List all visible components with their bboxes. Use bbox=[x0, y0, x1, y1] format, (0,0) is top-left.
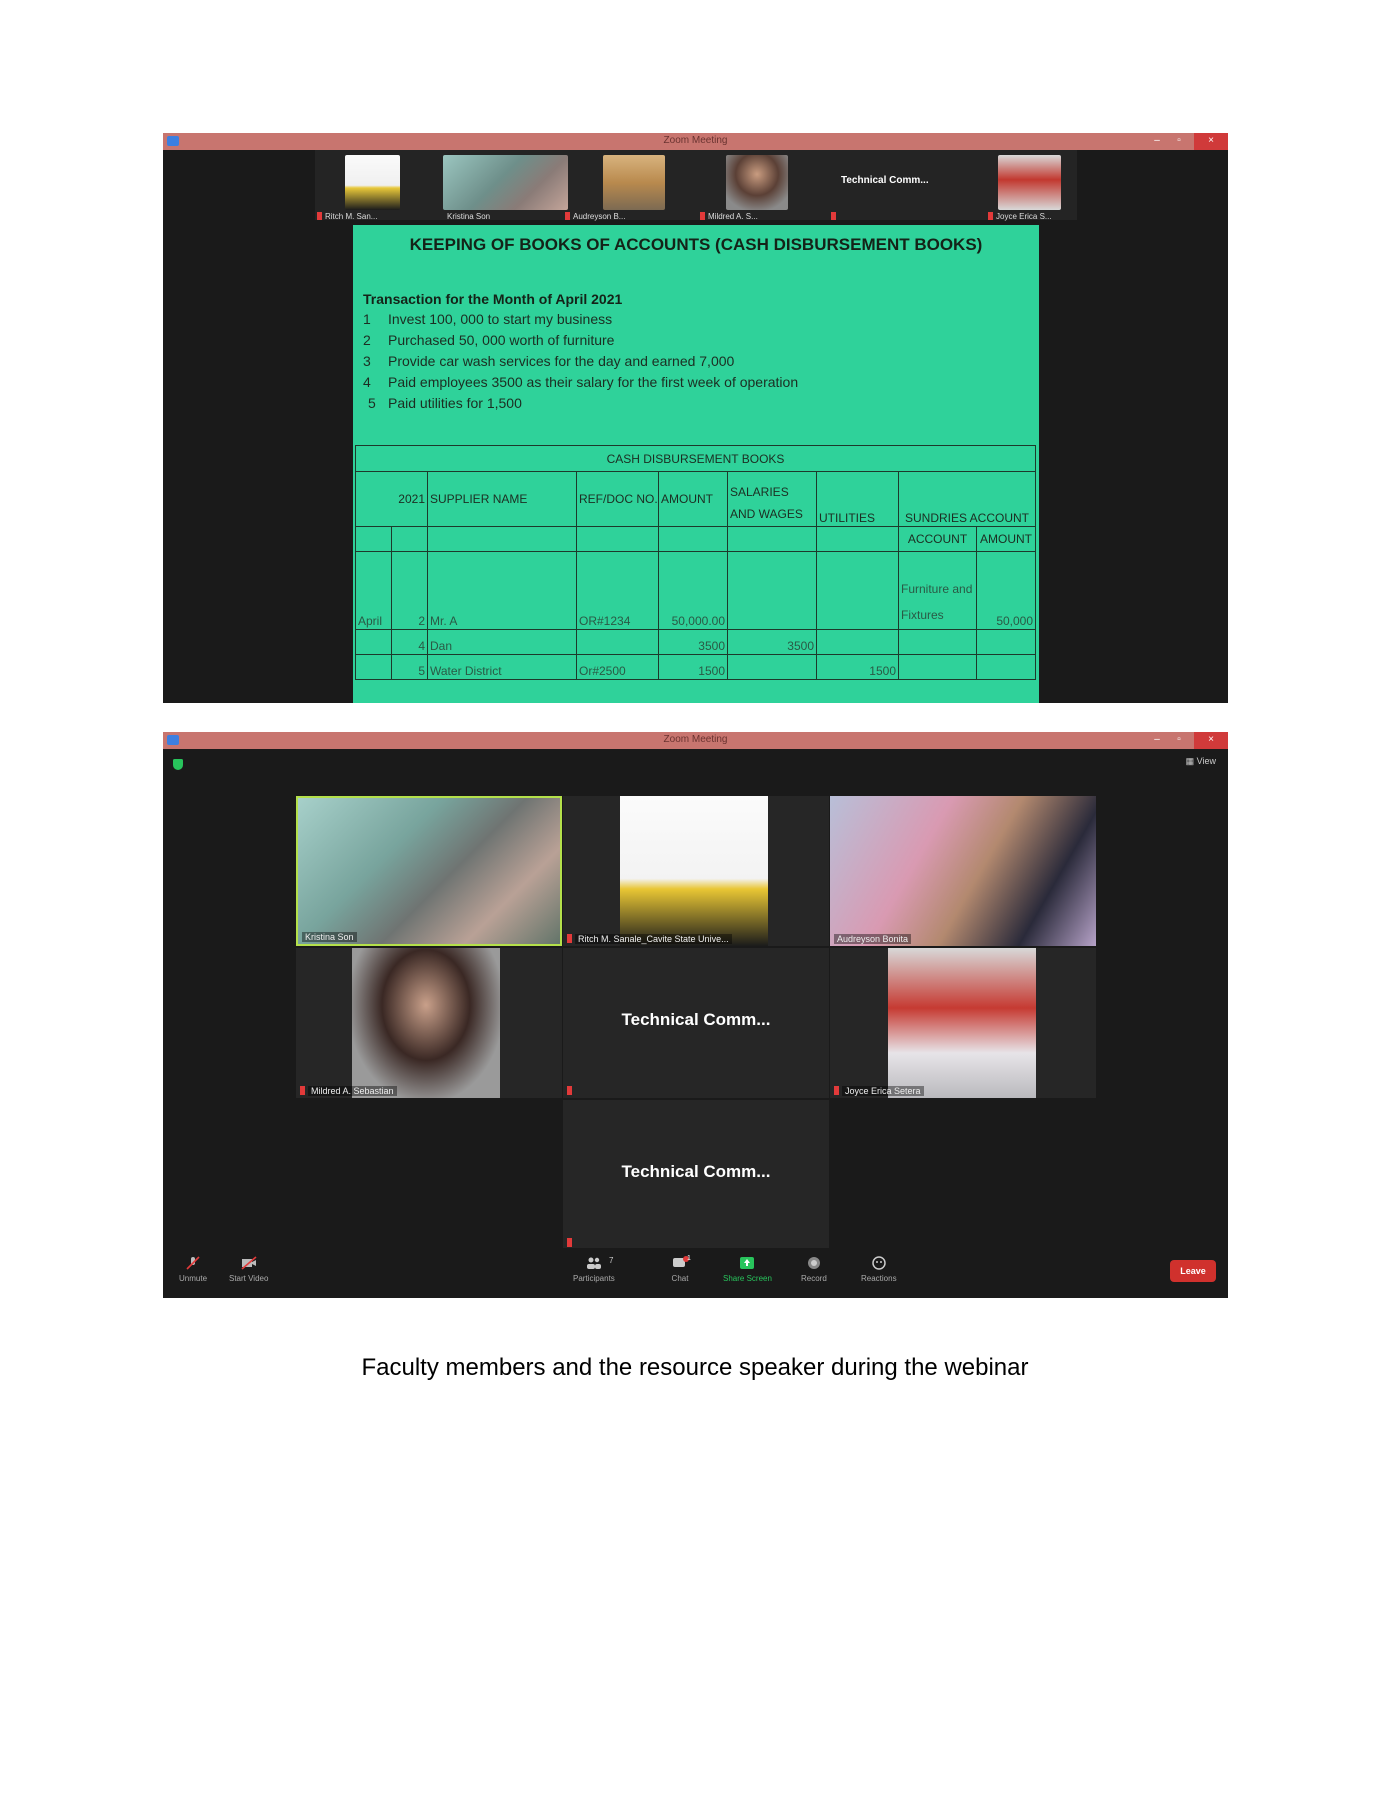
video-tile-joyce[interactable]: Joyce Erica Setera bbox=[830, 948, 1096, 1098]
participant-video bbox=[298, 798, 560, 944]
participant-photo bbox=[998, 155, 1061, 210]
start-video-button[interactable]: Start Video bbox=[229, 1256, 268, 1283]
video-tile-technical-comm-2[interactable]: Technical Comm... bbox=[563, 1100, 829, 1250]
reactions-icon bbox=[872, 1256, 886, 1270]
muted-mic-icon bbox=[567, 1086, 572, 1095]
thumbnail-ritch[interactable]: Ritch M. San... bbox=[315, 153, 415, 223]
zoom-window-shared-screen: Zoom Meeting – ▫ × Ritch M. San... Krist… bbox=[163, 133, 1228, 703]
leave-button[interactable]: Leave bbox=[1170, 1260, 1216, 1282]
thumbnail-joyce[interactable]: Joyce Erica S... bbox=[953, 153, 1078, 223]
video-tile-audreyson[interactable]: Audreyson Bonita bbox=[830, 796, 1096, 946]
header-sub-amount: AMOUNT bbox=[975, 526, 1037, 552]
chat-badge: 1 bbox=[687, 1255, 691, 1262]
muted-mic-icon bbox=[834, 1086, 839, 1095]
transaction-item: 1 Invest 100, 000 to start my business bbox=[363, 311, 613, 327]
muted-microphone-icon bbox=[186, 1256, 200, 1270]
muted-mic-icon bbox=[567, 934, 572, 943]
participant-text: Technical Comm... bbox=[621, 1162, 771, 1181]
participant-name: Joyce Erica S... bbox=[996, 212, 1052, 221]
titlebar: Zoom Meeting – ▫ × bbox=[163, 133, 1228, 150]
muted-mic-icon bbox=[317, 212, 322, 220]
maximize-button[interactable]: ▫ bbox=[1168, 133, 1190, 150]
participant-name: Joyce Erica Setera bbox=[842, 1086, 924, 1096]
window-title: Zoom Meeting bbox=[663, 734, 728, 745]
muted-mic-icon bbox=[300, 1086, 305, 1095]
header-supplier: SUPPLIER NAME bbox=[427, 471, 577, 527]
thumbnail-technical-comm[interactable]: Technical Comm... bbox=[823, 153, 943, 223]
header-amount: AMOUNT bbox=[658, 471, 728, 527]
table-row: 5 Water District Or#2500 1500 1500 bbox=[355, 654, 1037, 680]
participant-name: Ritch M. Sanale_Cavite State Unive... bbox=[575, 934, 732, 944]
transaction-item: 2 Purchased 50, 000 worth of furniture bbox=[363, 332, 615, 348]
unmute-button[interactable]: Unmute bbox=[179, 1256, 207, 1283]
participant-name: Mildred A. Sebastian bbox=[308, 1086, 397, 1096]
muted-mic-icon bbox=[831, 212, 836, 220]
minimize-button[interactable]: – bbox=[1146, 732, 1168, 749]
share-screen-icon bbox=[740, 1257, 755, 1269]
participant-photo bbox=[443, 155, 568, 210]
cash-disbursement-table: CASH DISBURSEMENT BOOKS 2021 SUPPLIER NA… bbox=[354, 445, 1037, 680]
share-screen-button[interactable]: Share Screen bbox=[723, 1256, 772, 1283]
table-title: CASH DISBURSEMENT BOOKS bbox=[354, 445, 1037, 472]
participant-video bbox=[830, 796, 1096, 946]
participant-video bbox=[888, 948, 1036, 1098]
transaction-item: 5 Paid utilities for 1,500 bbox=[368, 395, 522, 411]
encryption-shield-icon[interactable] bbox=[173, 759, 183, 770]
muted-mic-icon bbox=[565, 212, 570, 220]
shared-slide: KEEPING OF BOOKS OF ACCOUNTS (CASH DISBU… bbox=[353, 225, 1039, 703]
thumbnail-audreyson[interactable]: Audreyson B... bbox=[563, 153, 665, 223]
video-tile-kristina[interactable]: Kristina Son bbox=[296, 796, 562, 946]
participant-photo bbox=[345, 155, 400, 210]
video-tile-mildred[interactable]: Mildred A. Sebastian bbox=[296, 948, 562, 1098]
video-tile-ritch[interactable]: Ritch M. Sanale_Cavite State Unive... bbox=[563, 796, 829, 946]
maximize-button[interactable]: ▫ bbox=[1168, 732, 1190, 749]
transaction-item: 3 Provide car wash services for the day a… bbox=[363, 353, 735, 369]
close-button[interactable]: × bbox=[1194, 732, 1228, 749]
participant-video bbox=[620, 796, 768, 946]
record-icon bbox=[807, 1257, 820, 1269]
muted-mic-icon bbox=[567, 1238, 572, 1247]
header-sundries: SUNDRIES ACCOUNT bbox=[897, 471, 1037, 527]
participant-name: Mildred A. S... bbox=[708, 212, 758, 221]
slide-title: KEEPING OF BOOKS OF ACCOUNTS (CASH DISBU… bbox=[409, 235, 983, 254]
participant-name: Audreyson Bonita bbox=[834, 934, 912, 944]
titlebar: Zoom Meeting – ▫ × bbox=[163, 732, 1228, 749]
minimize-button[interactable]: – bbox=[1146, 133, 1168, 150]
reactions-button[interactable]: Reactions bbox=[861, 1256, 897, 1283]
participant-name: Kristina Son bbox=[447, 212, 491, 221]
muted-mic-icon bbox=[988, 212, 993, 220]
participants-icon bbox=[586, 1257, 601, 1269]
header-ref: REF/DOC NO. bbox=[576, 471, 659, 527]
muted-mic-icon bbox=[700, 212, 705, 220]
thumbnail-mildred[interactable]: Mildred A. S... bbox=[698, 153, 798, 223]
participant-text: Technical Comm... bbox=[621, 1010, 771, 1029]
meeting-toolbar: Unmute Start Video Participants 7 Chat 1… bbox=[163, 1248, 1228, 1298]
record-button[interactable]: Record bbox=[801, 1256, 827, 1283]
transaction-item: 4 Paid employees 3500 as their salary for… bbox=[363, 374, 799, 390]
header-utilities: UTILITIES bbox=[816, 471, 899, 527]
header-year: 2021 bbox=[355, 471, 428, 527]
window-title: Zoom Meeting bbox=[663, 135, 728, 146]
table-row: April 2 Mr. A OR#1234 50,000.00 Furnitur… bbox=[355, 551, 1037, 630]
grid-icon: ▦ bbox=[1185, 756, 1197, 766]
participants-count: 7 bbox=[609, 1256, 614, 1265]
participant-name: Ritch M. San... bbox=[325, 212, 378, 221]
transactions-title: Transaction for the Month of April 2021 bbox=[363, 291, 623, 307]
participant-photo bbox=[726, 155, 788, 210]
participant-video bbox=[352, 948, 500, 1098]
video-off-icon bbox=[241, 1256, 257, 1270]
thumbnail-kristina[interactable]: Kristina Son bbox=[443, 153, 568, 223]
video-tile-technical-comm-1[interactable]: Technical Comm... bbox=[563, 948, 829, 1098]
close-button[interactable]: × bbox=[1194, 133, 1228, 150]
participant-photo bbox=[603, 155, 665, 210]
zoom-window-gallery: Zoom Meeting – ▫ × ▦ View Kristina Son R… bbox=[163, 732, 1228, 1298]
figure-caption: Faculty members and the resource speaker… bbox=[361, 1354, 1029, 1381]
view-button[interactable]: ▦ View bbox=[1186, 756, 1216, 767]
header-salaries: SALARIES AND WAGES bbox=[727, 471, 817, 527]
participant-text: Technical Comm... bbox=[841, 175, 929, 186]
participant-name: Kristina Son bbox=[302, 932, 357, 942]
participant-name: Audreyson B... bbox=[573, 212, 626, 221]
table-row: 4 Dan 3500 3500 bbox=[355, 629, 1037, 655]
header-sub-account: ACCOUNT bbox=[898, 526, 977, 552]
